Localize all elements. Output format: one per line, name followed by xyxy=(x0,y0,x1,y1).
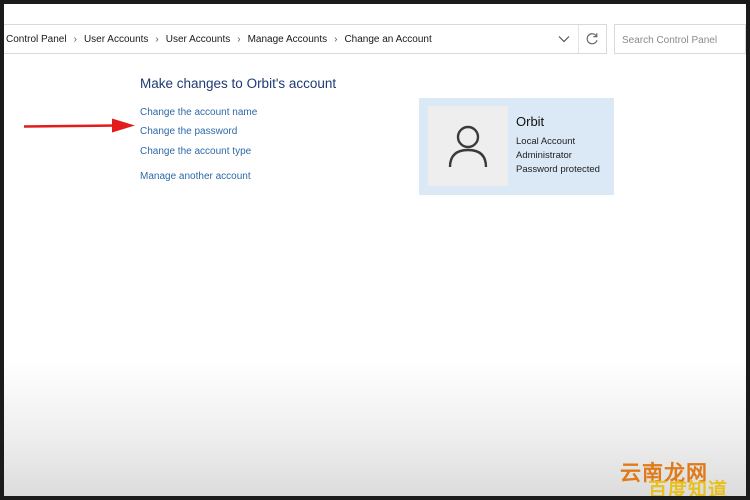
watermark: 云南龙网 百度知道 xyxy=(618,457,746,496)
search-box[interactable] xyxy=(614,24,746,54)
red-arrow-icon xyxy=(24,118,135,133)
breadcrumb-item-user-accounts-sub[interactable]: User Accounts xyxy=(165,34,231,45)
account-card: Orbit Local Account Administrator Passwo… xyxy=(419,98,614,195)
control-panel-window: Control Panel › User Accounts › User Acc… xyxy=(4,4,746,496)
breadcrumb-item-change-an-account[interactable]: Change an Account xyxy=(343,34,432,45)
address-history-dropdown-button[interactable] xyxy=(551,25,577,53)
breadcrumb-item-user-accounts[interactable]: User Accounts xyxy=(83,34,149,45)
search-input[interactable] xyxy=(620,26,744,54)
change-password-link[interactable]: Change the password xyxy=(140,126,237,137)
refresh-icon xyxy=(586,33,598,45)
change-account-type-link[interactable]: Change the account type xyxy=(140,146,251,157)
breadcrumb-item-control-panel[interactable]: Control Panel xyxy=(5,34,68,45)
user-icon xyxy=(448,125,488,168)
change-account-name-link[interactable]: Change the account name xyxy=(140,107,257,118)
account-role: Administrator xyxy=(516,150,572,161)
breadcrumb-item-manage-accounts[interactable]: Manage Accounts xyxy=(247,34,329,45)
manage-another-account-link[interactable]: Manage another account xyxy=(140,171,251,182)
refresh-button[interactable] xyxy=(578,25,605,53)
chevron-right-icon: › xyxy=(73,33,77,45)
account-password-status: Password protected xyxy=(516,164,600,175)
address-bar[interactable]: Control Panel › User Accounts › User Acc… xyxy=(4,24,607,54)
chevron-down-icon xyxy=(558,36,570,43)
account-type: Local Account xyxy=(516,136,576,147)
watermark-bottom-text: 百度知道 xyxy=(648,479,729,496)
breadcrumb: Control Panel › User Accounts › User Acc… xyxy=(5,25,433,53)
chevron-right-icon: › xyxy=(155,33,159,45)
chevron-right-icon: › xyxy=(237,33,241,45)
page-title: Make changes to Orbit's account xyxy=(140,76,337,91)
avatar xyxy=(428,106,508,186)
account-name: Orbit xyxy=(516,114,545,129)
chevron-right-icon: › xyxy=(334,33,338,45)
